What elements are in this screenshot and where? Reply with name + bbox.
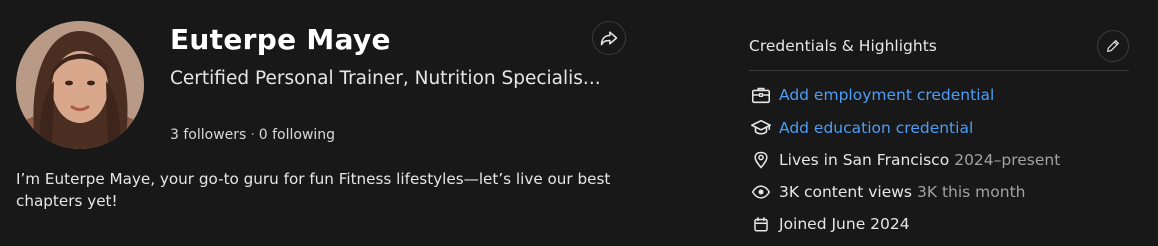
graduation-cap-icon <box>749 116 773 140</box>
pencil-icon <box>1107 40 1119 52</box>
avatar[interactable] <box>16 21 144 149</box>
credential-employment[interactable]: Add employment credential <box>749 83 994 107</box>
briefcase-icon <box>749 83 773 107</box>
profile-bio: I’m Euterpe Maye, your go-to guru for fu… <box>16 170 611 210</box>
followers-link[interactable]: 3 followers <box>170 127 246 143</box>
location-pin-icon <box>749 148 773 172</box>
add-employment-credential-link[interactable]: Add employment credential <box>779 86 994 104</box>
share-button[interactable] <box>592 21 626 55</box>
joined-text: Joined June 2024 <box>779 215 910 233</box>
credential-joined: Joined June 2024 <box>749 212 910 236</box>
separator: · <box>250 127 255 143</box>
credential-education[interactable]: Add education credential <box>749 116 973 140</box>
share-icon <box>600 31 618 46</box>
add-education-credential-link[interactable]: Add education credential <box>779 119 973 137</box>
location-text: Lives in San Francisco <box>779 151 950 169</box>
follow-stats: 3 followers · 0 following <box>170 125 335 145</box>
credential-views: 3K content views 3K this month <box>749 180 1025 204</box>
location-years: 2024–present <box>954 151 1061 169</box>
edit-credentials-button[interactable] <box>1097 30 1129 62</box>
credential-location: Lives in San Francisco 2024–present <box>749 148 1060 172</box>
profile-tagline[interactable]: Certified Personal Trainer, Nutrition Sp… <box>170 66 601 92</box>
avatar-image <box>16 21 144 149</box>
credentials-title: Credentials & Highlights <box>749 37 937 55</box>
divider <box>749 70 1129 71</box>
calendar-icon <box>749 212 773 236</box>
following-link[interactable]: 0 following <box>259 127 335 143</box>
content-views-text: 3K content views <box>779 183 912 201</box>
content-views-month: 3K this month <box>917 183 1026 201</box>
eye-icon <box>749 180 773 204</box>
profile-name: Euterpe Maye <box>170 23 391 56</box>
